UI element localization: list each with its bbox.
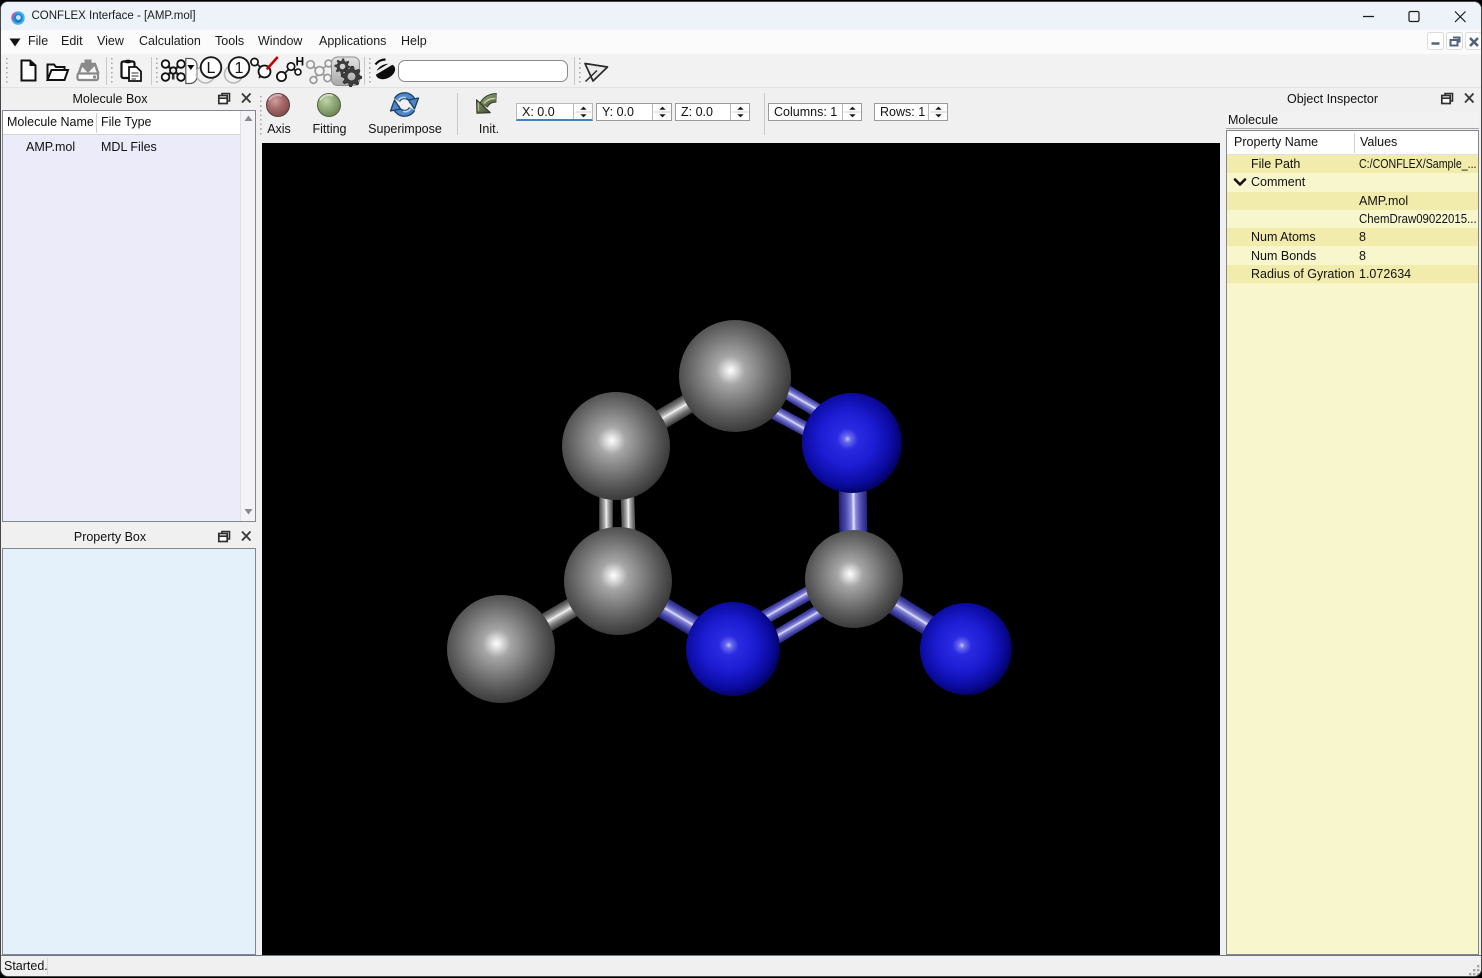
svg-text:1: 1 xyxy=(235,60,244,77)
svg-text:H: H xyxy=(296,55,305,69)
svg-text:L: L xyxy=(207,60,216,77)
